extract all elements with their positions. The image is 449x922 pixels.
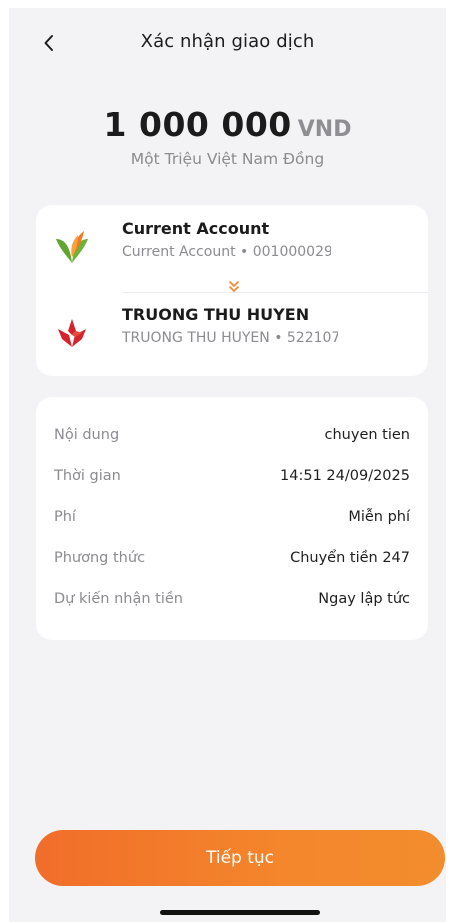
destination-account-detail: TRUONG THU HUYEN • 522107 [122, 330, 341, 346]
accounts-card: Current Account Current Account • 001000… [36, 205, 428, 376]
detail-value: Ngay lập tức [318, 591, 410, 607]
bank-leaf-logo [56, 231, 88, 263]
detail-label: Dự kiến nhận tiền [54, 591, 183, 607]
detail-label: Nội dung [54, 427, 120, 443]
bank-star-logo [58, 319, 86, 347]
detail-label: Phí [54, 509, 76, 525]
detail-value: chuyen tien [324, 427, 410, 443]
home-indicator [160, 910, 320, 915]
amount-section: 1 000 000 VND Một Triệu Việt Nam Đồng [9, 105, 446, 168]
detail-value: 14:51 24/09/2025 [280, 468, 410, 484]
amount-currency: VND [297, 117, 352, 142]
masked-digits [330, 244, 371, 260]
masked-digits [338, 330, 379, 346]
transaction-confirmation-screen: Xác nhận giao dịch 1 000 000 VND Một Triệ… [9, 8, 446, 922]
detail-row-content: Nội dung chuyen tien [54, 424, 410, 446]
detail-value: Miễn phí [348, 509, 410, 525]
detail-row-time: Thời gian 14:51 24/09/2025 [54, 465, 410, 487]
destination-account-name: TRUONG THU HUYEN [122, 305, 310, 324]
transaction-details-card: Nội dung chuyen tien Thời gian 14:51 24/… [36, 397, 428, 640]
amount-in-words: Một Triệu Việt Nam Đồng [130, 150, 325, 168]
detail-row-expected-receipt: Dự kiến nhận tiền Ngay lập tức [54, 588, 410, 610]
continue-button[interactable]: Tiếp tục [35, 830, 445, 886]
source-account: Current Account Current Account • 001000… [36, 219, 428, 279]
destination-account: TRUONG THU HUYEN TRUONG THU HUYEN • 5221… [36, 305, 428, 365]
divider [122, 292, 428, 293]
detail-label: Thời gian [54, 468, 121, 484]
detail-row-fee: Phí Miễn phí [54, 506, 410, 528]
source-account-detail: Current Account • 001000029 [122, 244, 333, 260]
detail-label: Phương thức [54, 550, 146, 566]
header: Xác nhận giao dịch [9, 26, 446, 62]
detail-value: Chuyển tiền 247 [290, 550, 410, 566]
source-account-name: Current Account [122, 219, 270, 238]
detail-row-method: Phương thức Chuyển tiền 247 [54, 547, 410, 569]
page-title: Xác nhận giao dịch [140, 31, 315, 52]
amount-value: 1 000 000 [103, 105, 292, 144]
